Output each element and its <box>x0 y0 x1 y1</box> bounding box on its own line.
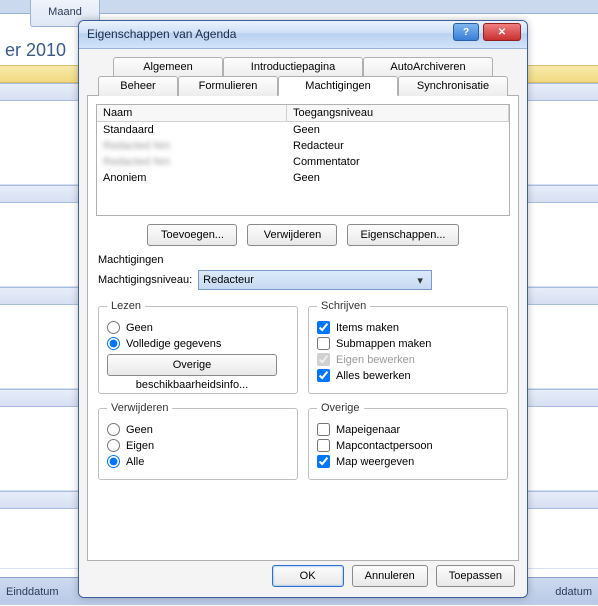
tab-machtigingen[interactable]: Machtigingen <box>278 76 398 96</box>
delete-none-option[interactable]: Geen <box>107 423 289 436</box>
properties-button[interactable]: Eigenschappen... <box>347 224 458 246</box>
other-group: Overige Mapeigenaar Mapcontactpersoon Ma… <box>308 402 508 480</box>
other-contact[interactable]: Mapcontactpersoon <box>317 439 499 452</box>
ok-button[interactable]: OK <box>272 565 344 587</box>
write-edit-all[interactable]: Alles bewerken <box>317 369 499 382</box>
create-sub-checkbox[interactable] <box>317 337 330 350</box>
perm-row[interactable]: Anoniem Geen <box>97 170 509 186</box>
perm-row[interactable]: Redacted Nm Commentator <box>97 154 509 170</box>
edit-own-checkbox <box>317 353 330 366</box>
tab-introductiepagina[interactable]: Introductiepagina <box>223 57 363 77</box>
other-visible[interactable]: Map weergeven <box>317 455 499 468</box>
delete-all-option[interactable]: Alle <box>107 455 289 468</box>
read-none-option[interactable]: Geen <box>107 321 289 334</box>
tab-algemeen[interactable]: Algemeen <box>113 57 223 77</box>
permission-level-label: Machtigingsniveau: <box>98 274 192 286</box>
titlebar[interactable]: Eigenschappen van Agenda ? ✕ <box>79 21 527 49</box>
delete-none-radio[interactable] <box>107 423 120 436</box>
freebusy-button[interactable]: Overige beschikbaarheidsinfo... <box>107 354 277 376</box>
folder-visible-checkbox[interactable] <box>317 455 330 468</box>
permissions-section-label: Machtigingen <box>98 254 508 266</box>
write-group: Schrijven Items maken Submappen maken Ei… <box>308 300 508 394</box>
permission-level-value: Redacteur <box>203 274 254 286</box>
tab-autoarchiveren[interactable]: AutoArchiveren <box>363 57 493 77</box>
remove-button[interactable]: Verwijderen <box>247 224 337 246</box>
footer-label-right: ddatum <box>555 578 592 606</box>
delete-group: Verwijderen Geen Eigen Alle <box>98 402 298 480</box>
permission-level-combo[interactable]: Redacteur ▾ <box>198 270 432 290</box>
write-create-sub[interactable]: Submappen maken <box>317 337 499 350</box>
properties-dialog: Eigenschappen van Agenda ? ✕ Algemeen In… <box>78 20 528 598</box>
delete-own-option[interactable]: Eigen <box>107 439 289 452</box>
other-legend: Overige <box>317 402 364 414</box>
write-legend: Schrijven <box>317 300 370 312</box>
apply-button[interactable]: Toepassen <box>436 565 515 587</box>
edit-all-checkbox[interactable] <box>317 369 330 382</box>
tab-panel-machtigingen: Naam Toegangsniveau Standaard Geen Redac… <box>87 95 519 561</box>
help-button[interactable]: ? <box>453 23 479 41</box>
add-button[interactable]: Toevoegen... <box>147 224 237 246</box>
read-none-radio[interactable] <box>107 321 120 334</box>
footer-label-left: Einddatum <box>6 578 59 606</box>
read-legend: Lezen <box>107 300 145 312</box>
perm-col-name[interactable]: Naam <box>97 105 287 122</box>
read-full-radio[interactable] <box>107 337 120 350</box>
write-edit-own: Eigen bewerken <box>317 353 499 366</box>
chevron-down-icon: ▾ <box>413 274 427 287</box>
read-group: Lezen Geen Volledige gegevens Overige be… <box>98 300 298 394</box>
other-owner[interactable]: Mapeigenaar <box>317 423 499 436</box>
permissions-list[interactable]: Naam Toegangsniveau Standaard Geen Redac… <box>96 104 510 216</box>
delete-all-radio[interactable] <box>107 455 120 468</box>
delete-own-radio[interactable] <box>107 439 120 452</box>
read-full-option[interactable]: Volledige gegevens <box>107 337 289 350</box>
write-create-items[interactable]: Items maken <box>317 321 499 334</box>
create-items-checkbox[interactable] <box>317 321 330 334</box>
folder-contact-checkbox[interactable] <box>317 439 330 452</box>
close-button[interactable]: ✕ <box>483 23 521 41</box>
delete-legend: Verwijderen <box>107 402 172 414</box>
perm-row[interactable]: Standaard Geen <box>97 122 509 138</box>
cancel-button[interactable]: Annuleren <box>352 565 428 587</box>
tab-synchronisatie[interactable]: Synchronisatie <box>398 76 508 96</box>
perm-row[interactable]: Redacted Nm Redacteur <box>97 138 509 154</box>
tab-formulieren[interactable]: Formulieren <box>178 76 278 96</box>
tab-beheer[interactable]: Beheer <box>98 76 178 96</box>
folder-owner-checkbox[interactable] <box>317 423 330 436</box>
perm-col-level[interactable]: Toegangsniveau <box>287 105 509 122</box>
dialog-title: Eigenschappen van Agenda <box>87 27 236 41</box>
